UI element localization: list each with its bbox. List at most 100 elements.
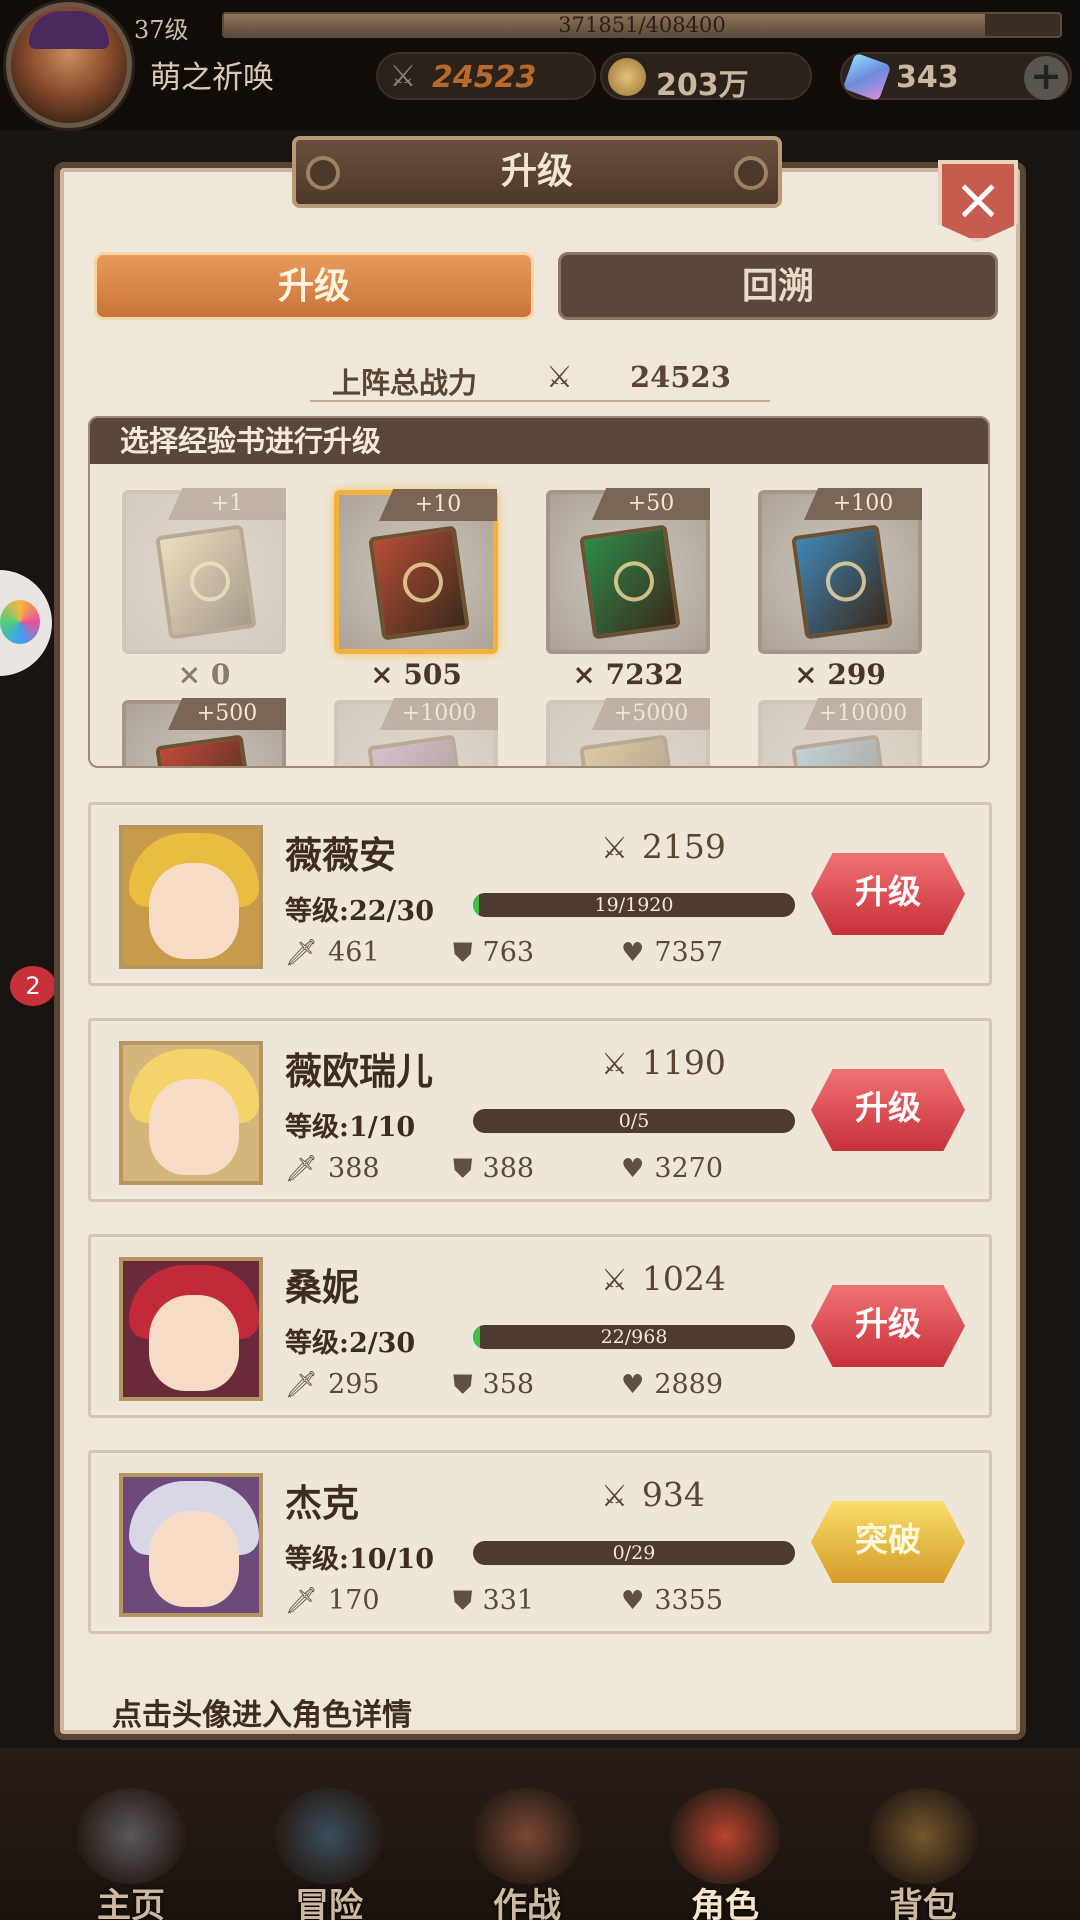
character-level: 等级:22/30: [285, 896, 434, 927]
attack-value: 388: [328, 1153, 380, 1184]
attack-stat: 🗡 170: [285, 1585, 380, 1616]
portrait-face: [149, 1511, 239, 1607]
character-name: 薇欧瑞儿: [285, 1050, 433, 1093]
total-power: 上阵总战力 ⚔ 24523: [270, 358, 810, 402]
sword-icon: 🗡: [285, 938, 319, 968]
divider: [310, 400, 770, 402]
panel-title-bar: 升级: [292, 136, 782, 208]
heart-icon: ♥: [621, 938, 645, 968]
character-portrait[interactable]: [119, 1257, 263, 1401]
nav-icon: [868, 1788, 978, 1884]
top-status-bar: 37级 371851/408400 萌之祈唤 ⚔ 24523 203万 343 …: [0, 0, 1080, 130]
title-knob-left-icon: [306, 156, 340, 190]
shield-icon: ⛊: [453, 1370, 473, 1400]
player-exp-bar: 371851/408400: [222, 12, 1062, 38]
attack-value: 170: [328, 1585, 380, 1616]
crossed-swords-icon: ⚔: [601, 1263, 628, 1298]
player-name: 萌之祈唤: [150, 60, 274, 96]
defense-stat: ⛊ 388: [453, 1153, 534, 1185]
nav-icon: [274, 1788, 384, 1884]
character-power: ⚔ 2159: [601, 827, 726, 866]
attack-stat: 🗡 295: [285, 1369, 380, 1400]
player-exp-text: 371851/408400: [558, 13, 726, 37]
sword-icon: 🗡: [285, 1586, 319, 1616]
hp-value: 3355: [654, 1585, 724, 1616]
character-row: 薇薇安 ⚔ 2159 等级:22/30 19/1920 🗡 461 ⛊ 763 ♥ 7357 升级: [88, 802, 992, 986]
exp-book-card[interactable]: +50: [546, 488, 710, 654]
character-portrait[interactable]: [119, 825, 263, 969]
book-icon: [791, 734, 893, 766]
shield-icon: ⛊: [453, 938, 473, 968]
portrait-face: [149, 863, 239, 959]
exp-book-count: × 299: [794, 658, 886, 691]
nav-item[interactable]: 作战: [452, 1788, 602, 1920]
player-avatar[interactable]: [6, 2, 132, 128]
exp-book-header: 选择经验书进行升级: [90, 418, 988, 464]
exp-book-card[interactable]: +500: [122, 698, 286, 766]
sword-icon: 🗡: [285, 1154, 319, 1184]
exp-book-card[interactable]: +10: [334, 489, 498, 654]
character-row: 桑妮 ⚔ 1024 等级:2/30 22/968 🗡 295 ⛊ 358 ♥ 2889 升级: [88, 1234, 992, 1418]
nav-item[interactable]: 冒险: [254, 1788, 404, 1920]
character-portrait[interactable]: [119, 1041, 263, 1185]
exp-book-tag: +10: [379, 489, 497, 521]
character-row: 杰克 ⚔ 934 等级:10/10 0/29 🗡 170 ⛊ 331 ♥ 3355 突破: [88, 1450, 992, 1634]
shield-icon: ⛊: [453, 1154, 473, 1184]
character-exp-text: 0/29: [612, 1542, 656, 1564]
panel-title: 升级: [500, 151, 573, 192]
upgrade-button[interactable]: 升级: [811, 853, 965, 935]
exp-book-card[interactable]: +100: [758, 488, 922, 654]
character-level: 等级:1/10: [285, 1112, 416, 1143]
defense-value: 331: [482, 1585, 535, 1616]
hp-value: 3270: [654, 1153, 724, 1184]
exp-book-card[interactable]: +1: [122, 488, 286, 654]
plus-icon[interactable]: +: [1024, 56, 1068, 100]
total-power-value: 24523: [630, 360, 731, 394]
book-icon: [579, 734, 681, 766]
defense-stat: ⛊ 763: [453, 937, 534, 969]
exp-book-count: × 505: [370, 658, 462, 691]
character-exp-text: 19/1920: [594, 894, 674, 916]
breakthrough-button[interactable]: 突破: [811, 1501, 965, 1583]
character-row: 薇欧瑞儿 ⚔ 1190 等级:1/10 0/5 🗡 388 ⛊ 388 ♥ 3270 升级: [88, 1018, 992, 1202]
character-exp-text: 22/968: [600, 1326, 668, 1348]
gold-pill: 203万: [600, 52, 812, 103]
hp-stat: ♥ 7357: [621, 937, 723, 968]
book-icon: [791, 524, 893, 640]
tab-upgrade[interactable]: 升级: [94, 252, 534, 320]
nav-item[interactable]: 主页: [56, 1788, 206, 1920]
exp-book-card[interactable]: +10000: [758, 698, 922, 766]
gem-icon: [842, 52, 892, 102]
hint-text: 点击头像进入角色详情: [112, 1698, 412, 1733]
exp-book-card[interactable]: +1000: [334, 698, 498, 766]
book-icon: [368, 525, 470, 641]
floating-assistant-icon[interactable]: [0, 570, 52, 676]
nav-item[interactable]: 角色: [650, 1788, 800, 1920]
upgrade-button[interactable]: 升级: [811, 1285, 965, 1367]
character-power-value: 1190: [641, 1043, 726, 1082]
shield-icon: ⛊: [453, 1586, 473, 1616]
title-knob-right-icon: [734, 156, 768, 190]
exp-book-section: 选择经验书进行升级 +1 × 0 +10 × 505 +50 × 7232 +100 × 29…: [88, 416, 990, 768]
exp-book-tag: +10000: [804, 698, 922, 730]
close-icon: ×: [953, 165, 1003, 233]
crossed-swords-icon: ⚔: [601, 831, 628, 866]
crossed-swords-icon: ⚔: [389, 59, 417, 94]
chat-badge[interactable]: 2: [10, 966, 56, 1006]
character-name: 桑妮: [285, 1266, 359, 1309]
defense-stat: ⛊ 358: [453, 1369, 534, 1401]
exp-book-card[interactable]: +5000: [546, 698, 710, 766]
nav-item[interactable]: 背包: [848, 1788, 998, 1920]
nav-label: 作战: [493, 1886, 561, 1920]
gem-value: 343: [896, 60, 959, 95]
nav-icon: [472, 1788, 582, 1884]
defense-stat: ⛊ 331: [453, 1585, 534, 1617]
tab-rollback[interactable]: 回溯: [558, 252, 998, 320]
attack-stat: 🗡 461: [285, 937, 380, 968]
book-icon: [155, 734, 257, 766]
attack-stat: 🗡 388: [285, 1153, 380, 1184]
upgrade-button[interactable]: 升级: [811, 1069, 965, 1151]
combat-power-value: 24523: [432, 60, 537, 95]
character-portrait[interactable]: [119, 1473, 263, 1617]
heart-icon: ♥: [621, 1370, 645, 1400]
